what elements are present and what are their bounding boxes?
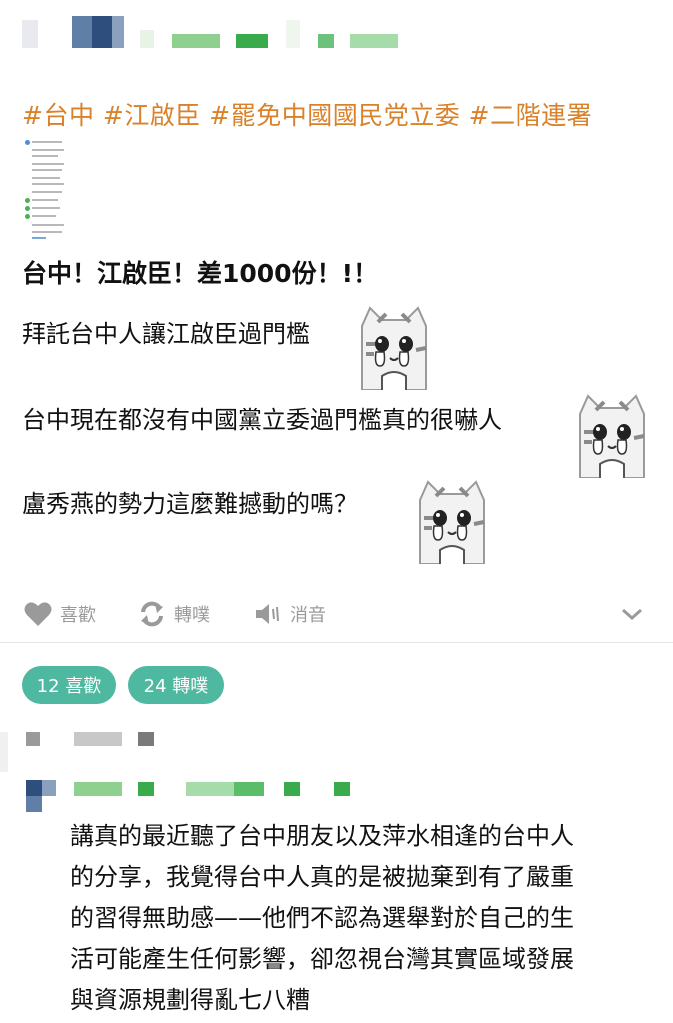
redacted-avatar — [22, 20, 38, 48]
like-button[interactable]: 喜歡 — [24, 596, 96, 632]
crying-cat-emoji — [419, 480, 485, 564]
heart-icon — [24, 602, 52, 626]
comment-line: 活可能產生任何影響，卻忽視台灣其實區域發展 — [70, 945, 574, 973]
likes-count-badge[interactable]: 12 喜歡 — [22, 666, 116, 704]
post-line: 盧秀燕的勢力這麼難撼動的嗎？ — [22, 490, 358, 518]
post-line: 拜託台中人讓江啟臣過門檻 — [22, 320, 310, 348]
crying-cat-emoji — [361, 306, 427, 390]
redacted-name — [138, 782, 154, 796]
comment-line: 的分享，我覺得台中人真的是被拋棄到有了嚴重 — [70, 863, 574, 891]
repost-button[interactable]: 轉噗 — [138, 596, 210, 632]
comment-line: 講真的最近聽了台中朋友以及萍水相逢的台中人 — [70, 822, 574, 850]
speaker-mute-icon — [256, 604, 279, 624]
redacted-name-block — [172, 34, 220, 48]
redacted-name — [74, 782, 122, 796]
redacted-name-block — [286, 20, 300, 48]
comment-line: 與資源規劃得亂七八糟 — [70, 986, 310, 1014]
redacted-block — [0, 732, 8, 772]
expand-menu-button[interactable] — [620, 596, 644, 632]
redacted-name — [234, 782, 264, 796]
redacted-avatar-block — [112, 16, 124, 48]
divider — [0, 642, 673, 643]
comment-line: 的習得無助感——他們不認為選舉對於自己的生 — [70, 904, 574, 932]
redacted-avatar — [26, 780, 42, 796]
redacted-name — [186, 782, 234, 796]
post-headline: 台中！江啟臣！差1000份！!！ — [22, 259, 378, 288]
redacted-name-block — [318, 34, 334, 48]
redacted-name-block — [350, 34, 398, 48]
like-label: 喜歡 — [60, 605, 96, 626]
embedded-screenshot-thumbnail[interactable] — [22, 136, 66, 242]
redacted-name — [284, 782, 300, 796]
redacted-name-block — [140, 30, 154, 48]
post-line: 台中現在都沒有中國黨立委過門檻真的很嚇人 — [22, 406, 502, 434]
redacted-name — [334, 782, 350, 796]
redacted-avatar — [42, 780, 56, 796]
redacted-name-block — [236, 34, 268, 48]
post-action-bar: 喜歡 轉噗 消音 — [0, 596, 673, 632]
redacted-block — [74, 732, 122, 746]
redacted-block — [138, 732, 154, 746]
mute-button[interactable]: 消音 — [254, 596, 326, 632]
redacted-avatar-block — [92, 16, 112, 48]
redacted-avatar — [26, 796, 42, 812]
chevron-down-icon — [622, 608, 642, 621]
redacted-block — [26, 732, 40, 746]
reposts-count-badge[interactable]: 24 轉噗 — [128, 666, 224, 704]
repost-icon — [141, 601, 163, 627]
mute-label: 消音 — [290, 605, 326, 626]
post-hashtags[interactable]: #台中 #江啟臣 #罷免中國國民党立委 #二階連署 — [22, 96, 662, 132]
crying-cat-emoji — [579, 394, 645, 478]
repost-label: 轉噗 — [174, 605, 210, 626]
redacted-avatar-block — [72, 16, 92, 48]
comment-body: 講真的最近聽了台中朋友以及萍水相逢的台中人 的分享，我覺得台中人真的是被拋棄到有… — [70, 816, 650, 1021]
